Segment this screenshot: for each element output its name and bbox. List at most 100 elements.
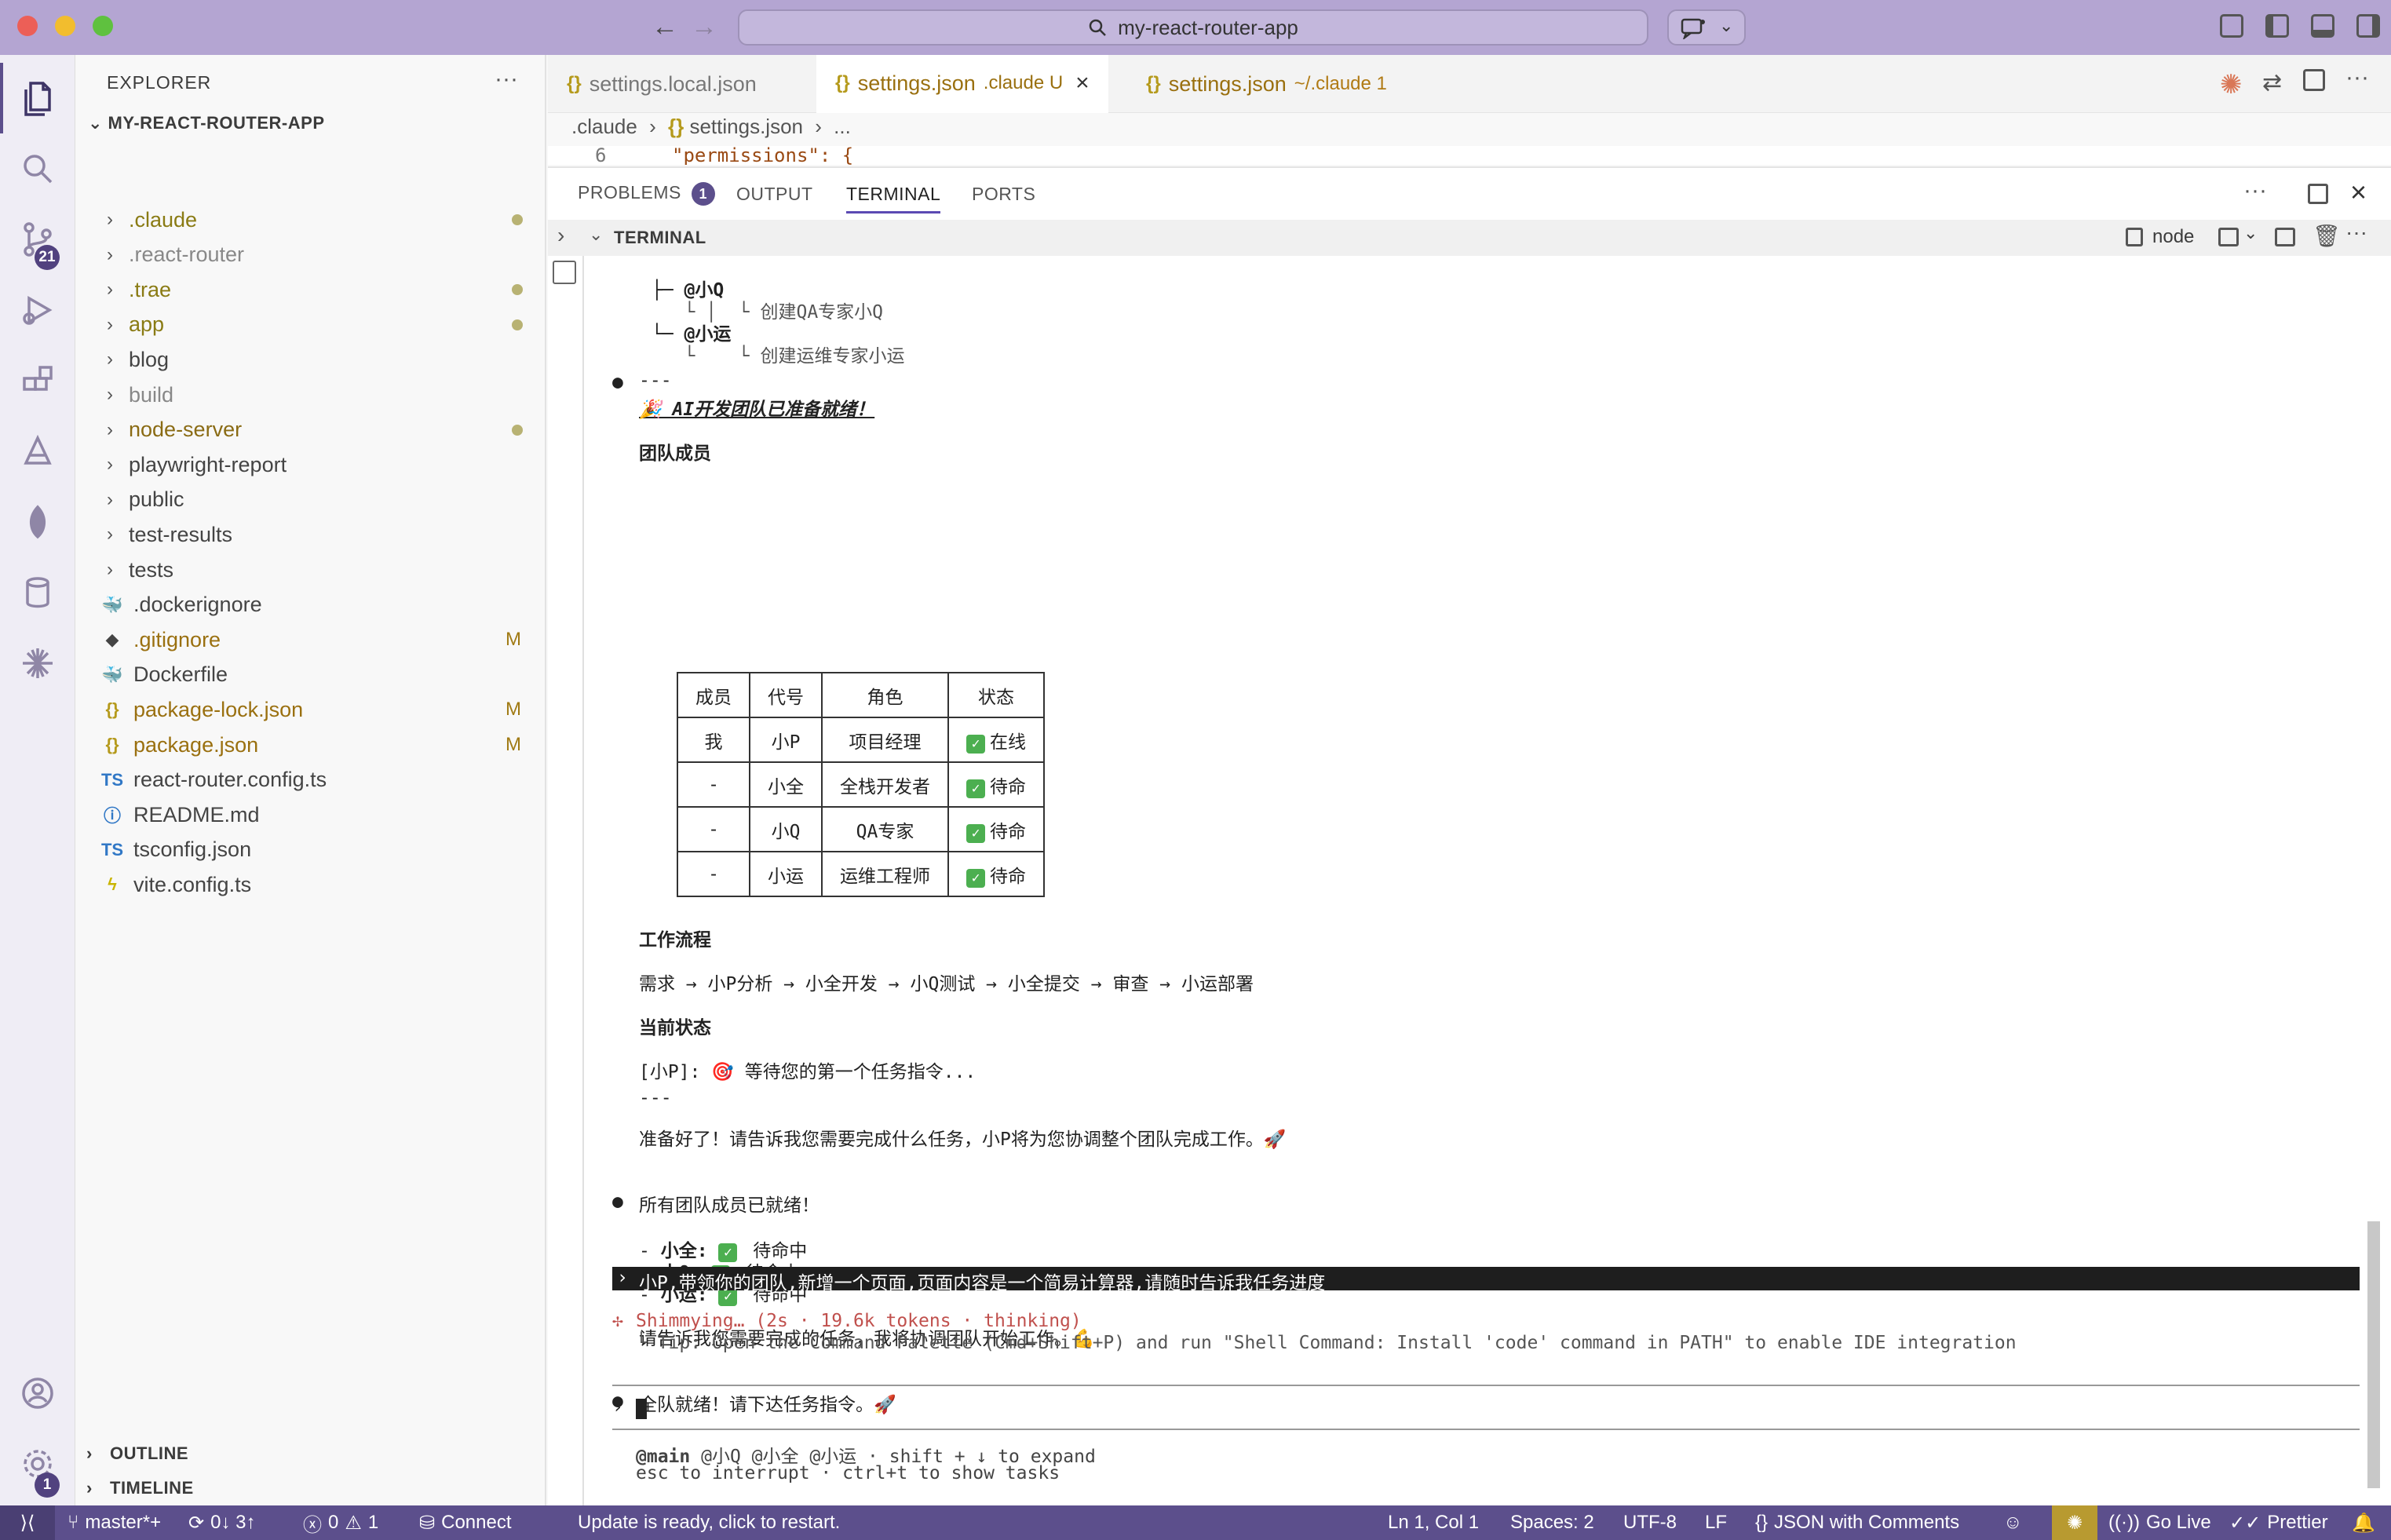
folder-item[interactable]: › .react-router [75, 238, 545, 272]
command-center-search[interactable]: my-react-router-app [738, 9, 1648, 46]
back-arrow-icon[interactable]: ← [652, 11, 678, 42]
trash-icon[interactable]: 🗑 [2313, 223, 2341, 249]
branch-indicator[interactable]: ⑂ master*+ [68, 1505, 161, 1540]
divider [612, 1385, 2360, 1386]
tab-settings-home[interactable]: {} settings.json ~/.claude 1 [1127, 55, 1406, 113]
file-item[interactable]: ϟ vite.config.ts [75, 867, 545, 902]
file-item[interactable]: {} package-lock.json M [75, 692, 545, 727]
tab-settings-claude[interactable]: {} settings.json .claude U × [816, 55, 1108, 113]
breadcrumb-file[interactable]: settings.json [689, 115, 803, 138]
folder-item[interactable]: › blog [75, 342, 545, 377]
copilot-chat-button[interactable]: ⌄ [1667, 9, 1746, 46]
breadcrumb-more[interactable]: ... [834, 115, 851, 138]
close-tab-icon[interactable]: × [1075, 70, 1090, 97]
file-item[interactable]: TS tsconfig.json [75, 833, 545, 867]
folder-item[interactable]: › .claude [75, 203, 545, 237]
customize-layout-icon[interactable] [2220, 14, 2243, 38]
close-window-button[interactable] [17, 16, 38, 36]
input-cursor[interactable] [636, 1399, 647, 1419]
compare-changes-icon[interactable]: ⇄ [2262, 69, 2282, 97]
chevron-right-icon[interactable]: › [557, 223, 564, 248]
table-cell: ✓ 待命 [947, 806, 1045, 852]
go-live-button[interactable]: ((·)) Go Live [2108, 1505, 2211, 1540]
maximize-window-button[interactable] [93, 16, 113, 36]
notifications-button[interactable]: 🔔 [2352, 1505, 2375, 1540]
claude-activity[interactable] [0, 628, 75, 699]
terminal-tab-icon[interactable] [553, 261, 576, 284]
folder-item[interactable]: › public [75, 483, 545, 517]
timeline-section[interactable]: › TIMELINE [86, 1471, 556, 1505]
json-file-icon: {} [567, 73, 582, 94]
tab-output[interactable]: OUTPUT [736, 184, 813, 205]
copilot-status[interactable]: ☺ [2003, 1505, 2023, 1540]
accounts-activity[interactable] [0, 1358, 75, 1429]
prettier-status[interactable]: ✓✓ Prettier [2229, 1505, 2328, 1540]
more-actions-icon[interactable]: ··· [2345, 220, 2367, 245]
maximize-panel-icon[interactable] [2308, 184, 2328, 204]
file-item[interactable]: 🐳 Dockerfile [75, 658, 545, 692]
tab-terminal[interactable]: TERMINAL [846, 184, 941, 213]
extension-status[interactable]: ✺ [2052, 1505, 2097, 1540]
search-activity[interactable] [0, 133, 75, 204]
minimize-window-button[interactable] [55, 16, 75, 36]
tab-settings-local[interactable]: {} settings.local.json [548, 55, 776, 113]
bell-icon: 🔔 [2352, 1512, 2375, 1534]
indentation[interactable]: Spaces: 2 [1510, 1505, 1594, 1540]
table-row: - 小Q QA专家 ✓ 待命 [677, 806, 1045, 852]
end-of-line[interactable]: LF [1705, 1505, 1727, 1540]
file-item[interactable]: ◆ .gitignore M [75, 622, 545, 657]
extensions-activity[interactable] [0, 345, 75, 416]
item-label: node-server [129, 418, 243, 442]
folder-item[interactable]: › test-results [75, 517, 545, 552]
terminal-shell-name[interactable]: node [2152, 226, 2194, 248]
workspace-root[interactable]: ⌄ MY-REACT-ROUTER-APP [88, 113, 325, 133]
file-item[interactable]: 🐳 .dockerignore [75, 588, 545, 622]
table-cell: ✓ 待命 [947, 761, 1045, 808]
cursor-position[interactable]: Ln 1, Col 1 [1388, 1505, 1479, 1540]
folder-item[interactable]: › .trae [75, 272, 545, 307]
more-actions-icon[interactable]: ··· [2345, 64, 2369, 91]
update-notice[interactable]: Update is ready, click to restart. [578, 1505, 840, 1540]
claude-code-icon[interactable]: ✺ [2220, 69, 2243, 100]
encoding[interactable]: UTF-8 [1623, 1505, 1677, 1540]
tab-ports[interactable]: PORTS [972, 184, 1035, 205]
run-debug-activity[interactable] [0, 275, 75, 345]
manage-activity[interactable]: 1 [0, 1429, 75, 1499]
testing-activity[interactable] [0, 416, 75, 487]
explorer-activity[interactable] [0, 63, 75, 133]
split-terminal-icon[interactable] [2275, 228, 2295, 246]
folder-item[interactable]: › tests [75, 553, 545, 587]
file-item[interactable]: TS react-router.config.ts [75, 763, 545, 797]
status-title: 当前状态 [639, 1018, 711, 1038]
new-terminal-icon[interactable] [2218, 228, 2239, 246]
code-line[interactable]: 6 "permissions": { [548, 146, 2391, 165]
close-panel-icon[interactable]: × [2350, 176, 2367, 209]
forward-arrow-icon[interactable]: → [691, 11, 717, 42]
folder-item[interactable]: › node-server [75, 413, 545, 447]
source-control-activity[interactable]: 21 [0, 204, 75, 275]
more-actions-icon[interactable]: ··· [495, 66, 518, 93]
folder-item[interactable]: › build [75, 378, 545, 412]
file-item[interactable]: ⓘ README.md [75, 797, 545, 832]
mongodb-activity[interactable] [0, 487, 75, 557]
database-activity[interactable] [0, 557, 75, 628]
breadcrumb-folder[interactable]: .claude [571, 115, 637, 138]
team-table: 成员 代号 角色 状态 我 小P 项目经理 ✓ 在线 - 小全 全栈开发者 ✓ 待命… [677, 672, 1045, 897]
chevron-down-icon[interactable]: ⌄ [2243, 223, 2258, 243]
more-actions-icon[interactable]: ··· [2243, 177, 2267, 204]
connect-indicator[interactable]: ⛁ Connect [419, 1505, 512, 1540]
tab-problems[interactable]: PROBLEMS 1 [578, 182, 715, 206]
toggle-primary-sidebar-icon[interactable] [2265, 14, 2289, 38]
folder-item[interactable]: › playwright-report [75, 447, 545, 482]
split-editor-icon[interactable] [2303, 69, 2325, 91]
folder-item[interactable]: › app [75, 308, 545, 342]
toggle-secondary-sidebar-icon[interactable] [2356, 14, 2380, 38]
outline-section[interactable]: › OUTLINE [86, 1436, 556, 1471]
file-item[interactable]: {} package.json M [75, 728, 545, 762]
remote-indicator[interactable]: ⟩⟨ [0, 1505, 55, 1540]
terminal-scrollbar[interactable] [2367, 1221, 2380, 1488]
problems-indicator[interactable]: ⓧ 0 ⚠ 1 [303, 1505, 378, 1540]
sync-indicator[interactable]: ⟳ 0↓ 3↑ [188, 1505, 255, 1540]
language-mode[interactable]: {} JSON with Comments [1755, 1505, 1959, 1540]
toggle-panel-icon[interactable] [2311, 14, 2334, 38]
